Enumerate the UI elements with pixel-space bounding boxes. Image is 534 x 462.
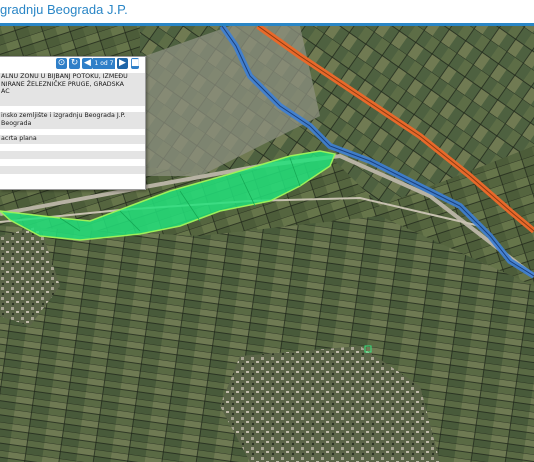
- plan-title-line: NIRANE ŽELEZNIČKE PRUGE, GRADSKA: [1, 80, 124, 88]
- authority-block: insko zemljište i izgradnju Beograda J.P…: [0, 112, 145, 129]
- plan-sketch-link[interactable]: acrta plana: [0, 135, 145, 144]
- panel-toolbar: ⊙ ↻ ◀ 1 od 7 ▶ ■: [0, 57, 145, 71]
- next-icon[interactable]: ▶: [117, 58, 128, 69]
- panel-footer: [0, 174, 145, 189]
- page-title: gradnju Beograda J.P.: [0, 2, 128, 17]
- plan-sketch-link-label: acrta plana: [1, 135, 37, 142]
- authority-line: Beograda: [1, 119, 32, 127]
- close-panel-icon[interactable]: ■: [131, 58, 140, 69]
- authority-line: insko zemljište i izgradnju Beograda J.P…: [1, 112, 126, 119]
- map-view[interactable]: ⊙ ↻ ◀ 1 od 7 ▶ ■ ALNU ZONU U BIJBANJ POT…: [0, 26, 534, 462]
- empty-attribute-row: [0, 151, 145, 159]
- empty-attribute-row: [0, 166, 145, 174]
- previous-icon[interactable]: ◀: [82, 58, 93, 69]
- panel-spacer: [0, 159, 145, 166]
- plan-title-line: ALNU ZONU U BIJBANJ POTOKU, IZMEĐU: [1, 73, 128, 80]
- plan-title-block: ALNU ZONU U BIJBANJ POTOKU, IZMEĐU NIRAN…: [0, 73, 145, 106]
- zoom-to-icon[interactable]: ⊙: [56, 58, 67, 69]
- plan-info-panel: ⊙ ↻ ◀ 1 od 7 ▶ ■ ALNU ZONU U BIJBANJ POT…: [0, 56, 146, 190]
- plan-title-line: AC: [1, 88, 10, 96]
- panel-spacer: [0, 144, 145, 151]
- page-header: gradnju Beograda J.P.: [0, 0, 534, 26]
- refresh-icon[interactable]: ↻: [69, 58, 80, 69]
- result-counter: 1 od 7: [93, 58, 115, 69]
